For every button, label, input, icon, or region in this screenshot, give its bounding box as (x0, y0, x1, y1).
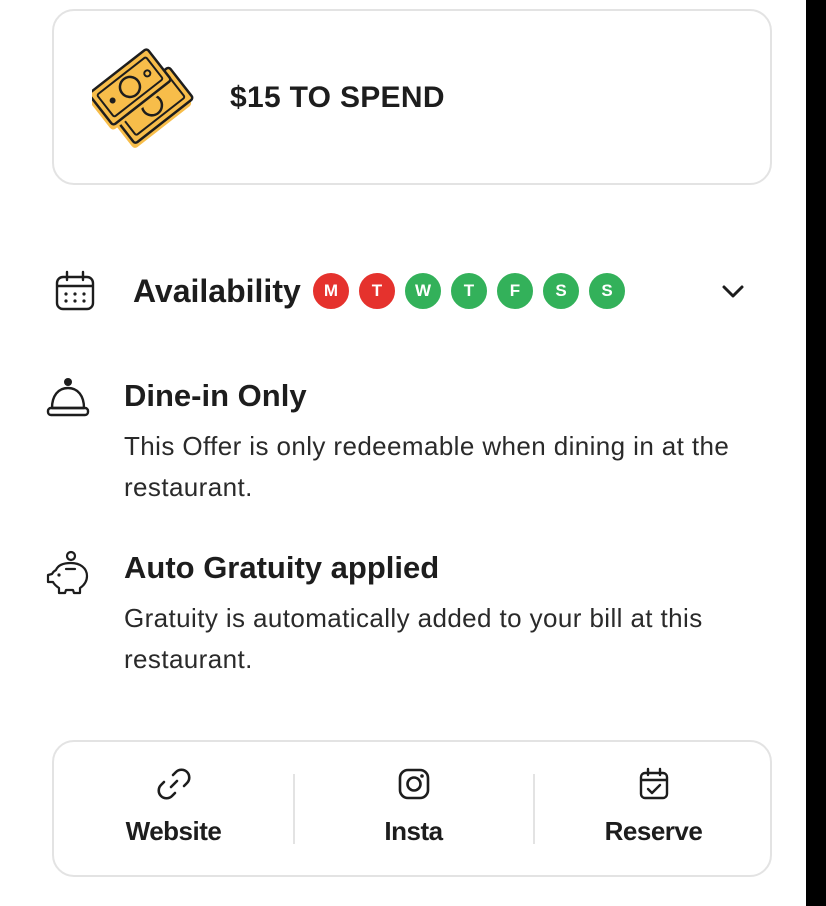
reserve-button[interactable]: Reserve (534, 742, 773, 875)
insta-button[interactable]: Insta (294, 742, 533, 875)
offer-title: $15 TO SPEND (230, 81, 445, 114)
website-button[interactable]: Website (54, 742, 293, 875)
day-badge-sunday: S (587, 271, 627, 311)
instagram-icon (398, 768, 429, 800)
dine-in-info: Dine-in Only This Offer is only redeemab… (0, 378, 806, 508)
offer-card: $15 TO SPEND (52, 9, 772, 185)
gratuity-title: Auto Gratuity applied (124, 550, 440, 585)
day-badge-thursday: T (449, 271, 489, 311)
dine-in-description: This Offer is only redeemable when dinin… (124, 431, 730, 502)
calendar-icon (55, 270, 95, 311)
availability-label: Availability (133, 273, 301, 309)
availability-days: M T W T F S S (311, 271, 633, 311)
chevron-down-icon[interactable] (716, 275, 750, 309)
piggy-bank-icon (46, 550, 89, 595)
money-bills-icon (92, 48, 194, 148)
reserve-label: Reserve (604, 816, 703, 846)
day-badge-tuesday: T (357, 271, 397, 311)
gratuity-description: Gratuity is automatically added to your … (124, 603, 703, 674)
offer-detail-screen: $15 TO SPEND Availability M T W T F S S (0, 0, 806, 906)
service-bell-icon (46, 378, 90, 417)
day-badge-friday: F (495, 271, 535, 311)
availability-row[interactable]: Availability M T W T F S S (0, 262, 806, 322)
day-badge-saturday: S (541, 271, 581, 311)
insta-label: Insta (384, 816, 443, 846)
website-label: Website (125, 816, 222, 846)
link-icon (156, 768, 191, 800)
dine-in-title: Dine-in Only (124, 378, 307, 413)
gratuity-info: Auto Gratuity applied Gratuity is automa… (0, 550, 806, 680)
day-badge-wednesday: W (403, 271, 443, 311)
links-card: Website Insta Reserve (52, 740, 772, 877)
day-badge-monday: M (311, 271, 351, 311)
calendar-check-icon (639, 767, 668, 800)
